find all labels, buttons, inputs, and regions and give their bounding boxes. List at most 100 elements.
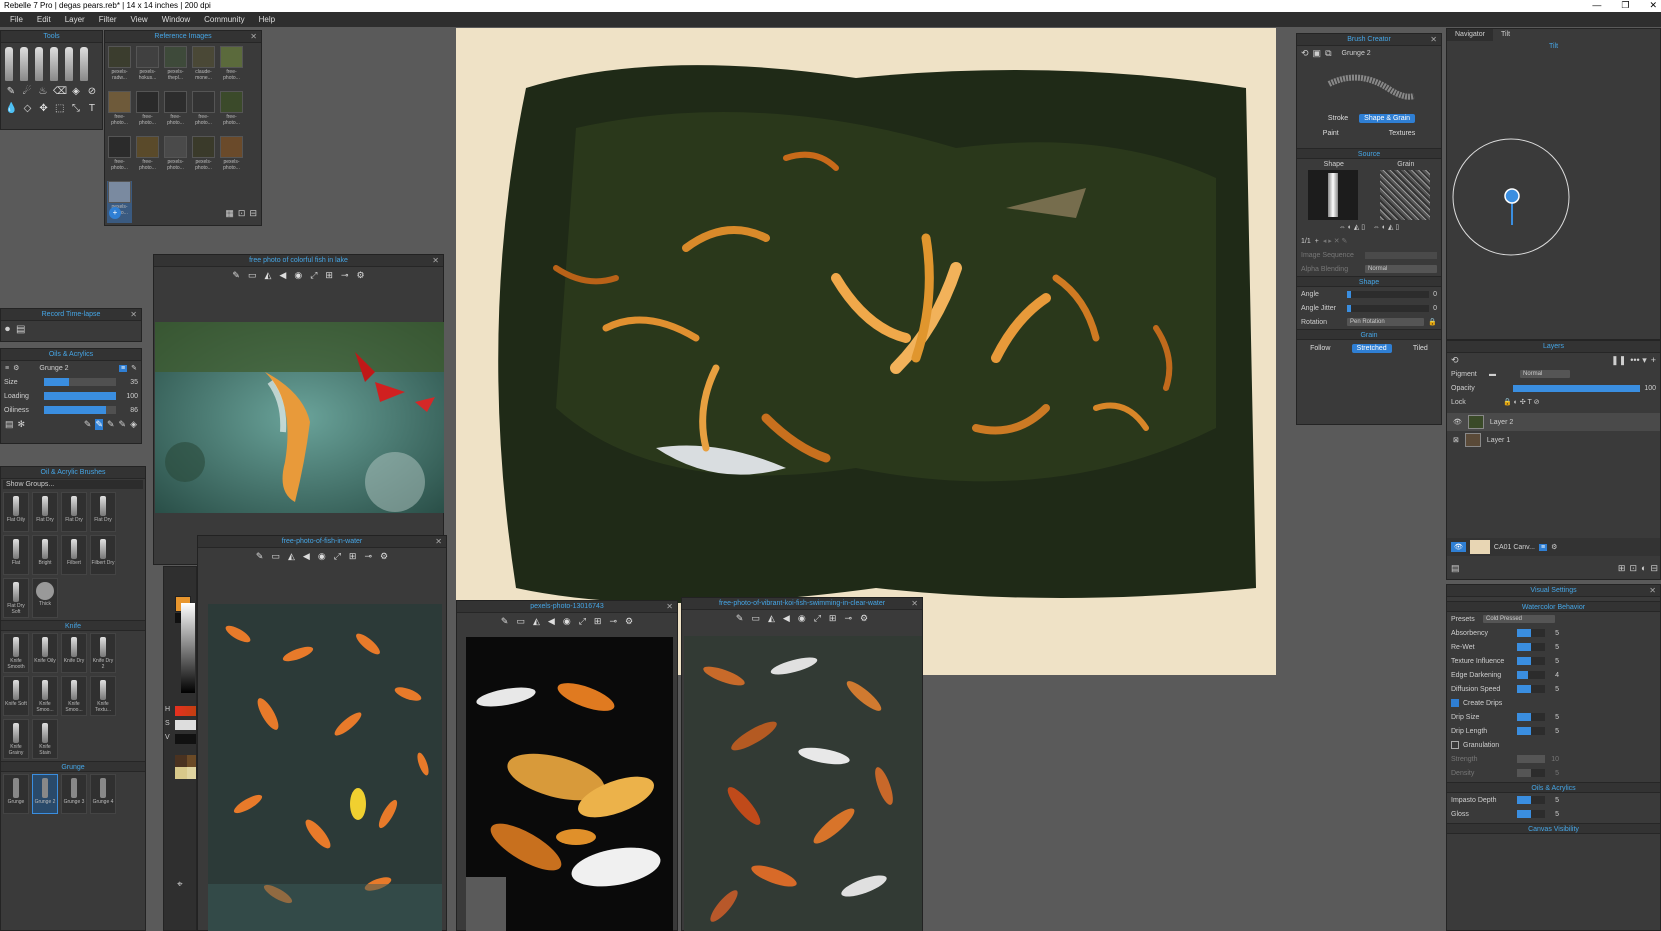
drip-length-row[interactable]: Drip Length 5 <box>1447 724 1660 738</box>
brush-bright[interactable]: Bright <box>32 535 58 575</box>
delete-layer-icon[interactable]: ⊟ <box>1650 563 1658 574</box>
brush-knife-textu[interactable]: Knife Textu... <box>90 676 116 716</box>
fit-icon[interactable]: ⤢ <box>334 551 341 562</box>
preset-icon[interactable]: ⚙ <box>13 364 19 372</box>
brush-flat[interactable]: Flat <box>3 535 29 575</box>
grid-icon[interactable]: ⊞ <box>594 616 602 627</box>
ref-thumb[interactable]: free-photo... <box>163 91 188 133</box>
pencil-icon[interactable]: ✎ <box>5 85 17 98</box>
layer-item[interactable]: ⊠ Layer 1 <box>1447 431 1660 449</box>
film-icon[interactable]: ▤ <box>16 324 25 335</box>
menu-help[interactable]: Help <box>253 15 281 24</box>
saturation-slider[interactable] <box>175 720 196 730</box>
grain-follow[interactable]: Follow <box>1305 344 1335 353</box>
grain-preview[interactable] <box>1380 170 1430 220</box>
painting-canvas[interactable] <box>456 28 1276 675</box>
grain-tiled[interactable]: Tiled <box>1408 344 1433 353</box>
loading-slider[interactable]: Loading 100 <box>1 389 141 403</box>
granulation-row[interactable]: Granulation <box>1447 738 1660 752</box>
picker-icon[interactable]: ⊘ <box>86 85 98 98</box>
brush-knife-grainy[interactable]: Knife Grainy <box>3 719 29 759</box>
pin-icon[interactable]: ⊸ <box>341 270 349 281</box>
hidden-eye-icon[interactable]: ⊠ <box>1453 436 1459 444</box>
absorbency-row[interactable]: Absorbency 5 <box>1447 626 1660 640</box>
ref-thumb[interactable]: pexels-hokus... <box>135 46 160 88</box>
watercolor-section[interactable]: Watercolor Behavior <box>1447 601 1660 612</box>
flip-icon[interactable]: ◭ <box>768 613 775 624</box>
close-icon[interactable]: ✕ <box>911 598 918 610</box>
brush-filbert-dry[interactable]: Filbert Dry <box>90 535 116 575</box>
blend-mode-select[interactable]: Normal <box>1520 370 1570 378</box>
brush-flat-dry[interactable]: Flat Dry <box>61 492 87 532</box>
close-icon[interactable]: ✕ <box>1430 34 1437 46</box>
create-drips-checkbox[interactable] <box>1451 699 1459 707</box>
fit-icon[interactable]: ⤢ <box>579 616 586 627</box>
text-icon[interactable]: T <box>86 102 98 115</box>
table-icon[interactable]: ▤ <box>5 419 14 430</box>
add-reference-icon[interactable]: + <box>109 207 121 219</box>
acrylic-brush-tool[interactable] <box>20 47 28 81</box>
ref-thumb[interactable]: free-photo... <box>107 91 132 133</box>
brush-knife-stain[interactable]: Knife Stain <box>32 719 58 759</box>
add-layer-icon[interactable]: + <box>1651 355 1656 365</box>
size-slider[interactable]: Size 35 <box>1 375 141 389</box>
brush-edit-icon[interactable]: ✎ <box>131 364 137 372</box>
fit-icon[interactable]: ⤢ <box>814 613 821 624</box>
shape-section[interactable]: Shape <box>1297 276 1441 287</box>
scatter-icon[interactable]: ✻ <box>18 419 26 430</box>
brush-grunge-4[interactable]: Grunge 4 <box>90 774 116 814</box>
brush-flat-dry[interactable]: Flat Dry <box>90 492 116 532</box>
brush-mode-active-icon[interactable]: ✎ <box>95 418 103 430</box>
pastel-tool[interactable] <box>35 47 43 81</box>
close-icon[interactable]: ✕ <box>435 536 442 548</box>
oils-acrylics-section[interactable]: Oils & Acrylics <box>1447 782 1660 793</box>
brush-grunge[interactable]: Grunge <box>3 774 29 814</box>
grunge-section[interactable]: Grunge <box>1 761 145 772</box>
lock-icon[interactable]: 🔒 <box>1428 318 1437 326</box>
save-icon[interactable]: ▣ <box>1313 48 1322 59</box>
eyedropper-icon[interactable]: ✎ <box>232 270 240 281</box>
crop-icon[interactable]: ▭ <box>751 613 760 624</box>
crop-icon[interactable]: ▭ <box>248 270 257 281</box>
minimize-button[interactable]: — <box>1592 0 1601 12</box>
angle-jitter-row[interactable]: Angle Jitter 0 <box>1297 301 1441 315</box>
reset-icon[interactable]: ⟲ <box>1301 48 1309 59</box>
stencil-icon[interactable]: ◇ <box>21 102 33 115</box>
fill-icon[interactable]: ◈ <box>70 85 82 98</box>
close-icon[interactable]: ✕ <box>432 255 439 267</box>
tab-paint[interactable]: Paint <box>1318 129 1344 138</box>
tab-shape-grain[interactable]: Shape & Grain <box>1359 114 1416 123</box>
flip-v-icon[interactable]: ◀ <box>548 616 555 627</box>
ref-thumb[interactable]: free-photo... <box>191 91 216 133</box>
close-icon[interactable]: ✕ <box>666 601 673 613</box>
palette-swatch[interactable] <box>175 767 187 779</box>
crop-icon[interactable]: ▭ <box>271 551 280 562</box>
water-drop-icon[interactable]: 💧 <box>5 102 17 115</box>
watercolor-brush-tool[interactable] <box>5 47 13 81</box>
flip-icon[interactable]: ◭ <box>533 616 540 627</box>
menu-filter[interactable]: Filter <box>93 15 123 24</box>
create-drips-row[interactable]: Create Drips <box>1447 696 1660 710</box>
open-folder-icon[interactable]: ⊡ <box>238 208 246 219</box>
flip-v-icon[interactable]: ◀ <box>783 613 790 624</box>
fit-icon[interactable]: ⤢ <box>310 270 317 281</box>
density-row[interactable]: Density 5 <box>1447 766 1660 780</box>
close-icon[interactable]: ✕ <box>1649 585 1656 597</box>
brush-knife-smoo[interactable]: Knife Smoo... <box>61 676 87 716</box>
color-icon[interactable]: ◉ <box>798 613 806 624</box>
value-gradient[interactable] <box>181 603 195 693</box>
blend-mode-icon[interactable]: ✎ <box>119 419 127 430</box>
ref-thumb[interactable]: free-photo... <box>219 46 244 88</box>
palette-swatch[interactable] <box>187 767 196 779</box>
eye-icon[interactable]: 👁 <box>1453 418 1462 426</box>
brush-grunge-2[interactable]: Grunge 2 <box>32 774 58 814</box>
tab-navigator[interactable]: Navigator <box>1447 29 1493 41</box>
layer-item[interactable]: 👁 Layer 2 <box>1447 413 1660 431</box>
transform-icon[interactable]: ⤡ <box>70 102 82 115</box>
smudge-mode-icon[interactable]: ✎ <box>107 419 115 430</box>
lock-icon[interactable]: 🔒 ◐ ✣ T ⊘ <box>1503 398 1539 406</box>
menu-window[interactable]: Window <box>156 15 196 24</box>
ref-thumb[interactable]: free-photo... <box>219 91 244 133</box>
brush-thick[interactable]: Thick <box>32 578 58 618</box>
eyedropper-icon[interactable]: ⌖ <box>177 879 183 890</box>
